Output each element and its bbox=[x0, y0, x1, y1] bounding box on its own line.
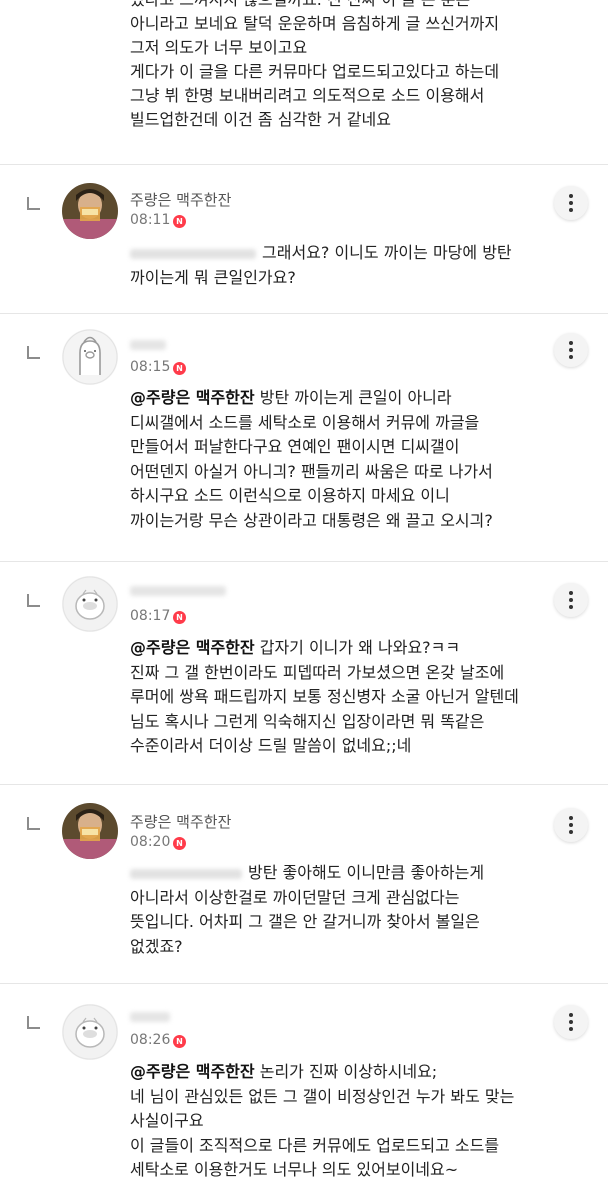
more-options-button[interactable] bbox=[554, 186, 588, 220]
text-line: 갑자기 이니가 왜 나와요?ㅋㅋ bbox=[259, 638, 461, 657]
more-dot bbox=[569, 1020, 573, 1024]
reply-icon bbox=[27, 594, 40, 607]
redacted-mention bbox=[130, 248, 256, 259]
text-line: 그냥 뷔 한명 보내버리려고 의도적으로 소드 이용해서 bbox=[130, 86, 485, 105]
more-dot bbox=[569, 598, 573, 602]
mention-tag[interactable]: @주량은 맥주한잔 bbox=[130, 1062, 255, 1081]
text-line: 디씨갤에서 소드를 세탁소로 이용해서 커뮤에 까글을 bbox=[130, 412, 480, 432]
avatar[interactable] bbox=[62, 329, 118, 385]
text-line: 아니라서 이상한걸로 까이던말던 크게 관심없다는 bbox=[130, 887, 460, 907]
more-dot bbox=[569, 194, 573, 198]
text-line: 수준이라서 더이상 드릴 말씀이 없네요;;네 bbox=[130, 736, 412, 755]
text-line: 게다가 이 글을 다른 커뮤마다 업로드되고있다고 하는데 bbox=[130, 62, 500, 81]
text-line: 있다고 느껴지지 않으실까요. 진 진짜 이 글 쓴 분은 bbox=[130, 0, 600, 12]
text-line: 그래서요? 이니도 까이는 마당에 방탄 bbox=[262, 243, 512, 262]
comment-time: 08:26 bbox=[130, 1032, 171, 1048]
more-dot bbox=[569, 830, 573, 834]
text-line: 없겠죠? bbox=[130, 936, 183, 956]
reply-comment: 주량은 맥주한잔 08:20 N 방탄 좋아해도 이니만큼 좋아하는게 아니라서… bbox=[0, 785, 608, 984]
new-badge: N bbox=[173, 837, 186, 850]
text-line: 빌드업한건데 이건 좀 심각한 거 같네요 bbox=[130, 110, 391, 129]
text-line: 사실이구요 bbox=[130, 1111, 204, 1130]
text-line: 까이는거랑 무슨 상관이라고 대통령은 왜 끌고 오시긔? bbox=[130, 510, 493, 530]
avatar[interactable] bbox=[62, 1004, 118, 1060]
redacted-nickname bbox=[130, 340, 166, 350]
text-line: 만들어서 퍼날한다구요 연예인 팬이시면 디씨갤이 bbox=[130, 437, 460, 456]
text-line: 논리가 진짜 이상하시네요; bbox=[259, 1062, 438, 1081]
text-line: 루머에 쌍욕 패드립까지 보통 정신병자 소굴 아닌거 알텐데 bbox=[130, 687, 519, 706]
commenter-nickname[interactable]: 주량은 맥주한잔 bbox=[130, 189, 231, 210]
reply-comment: 08:26 N @주량은 맥주한잔 논리가 진짜 이상하시네요; 네 님이 관심… bbox=[0, 984, 608, 1200]
commenter-nickname[interactable]: 주량은 맥주한잔 bbox=[130, 811, 231, 832]
new-badge: N bbox=[173, 362, 186, 375]
reply-icon bbox=[27, 197, 40, 210]
text-line: 진짜 그 갤 한번이라도 피뎁따러 가보셨으면 온갖 날조에 bbox=[130, 662, 505, 682]
comment-time: 08:15 bbox=[130, 359, 171, 375]
more-dot bbox=[569, 201, 573, 205]
more-dot bbox=[569, 1013, 573, 1017]
more-dot bbox=[569, 816, 573, 820]
more-options-button[interactable] bbox=[554, 1005, 588, 1039]
text-line: 하시구요 소드 이런식으로 이용하지 마세요 이니 bbox=[130, 486, 450, 505]
redacted-mention bbox=[130, 868, 242, 879]
text-line: 이 글들이 조직적으로 다른 커뮤에도 업로드되고 소드를 bbox=[130, 1135, 500, 1155]
comment-body: @주량은 맥주한잔 논리가 진짜 이상하시네요; 네 님이 관심있든 없든 그 … bbox=[130, 1060, 600, 1183]
more-dot bbox=[569, 591, 573, 595]
comment-body: @주량은 맥주한잔 방탄 까이는게 큰일이 아니라 디씨갤에서 소드를 세탁소로… bbox=[130, 386, 600, 533]
redacted-nickname bbox=[130, 1012, 170, 1022]
text-line: 뜻입니다. 어차피 그 갤은 안 갈거니까 찾아서 볼일은 bbox=[130, 912, 480, 931]
more-dot bbox=[569, 823, 573, 827]
reply-icon bbox=[27, 1016, 40, 1029]
reply-comment: 08:15 N @주량은 맥주한잔 방탄 까이는게 큰일이 아니라 디씨갤에서 … bbox=[0, 314, 608, 562]
reply-icon bbox=[27, 817, 40, 830]
text-line: 님도 혹시나 그런게 익숙해지신 입장이라면 뭐 똑같은 bbox=[130, 711, 485, 731]
new-badge: N bbox=[173, 611, 186, 624]
more-dot bbox=[569, 605, 573, 609]
new-badge: N bbox=[173, 1035, 186, 1048]
comment-body: 그래서요? 이니도 까이는 마당에 방탄 까이는게 뭐 큰일인가요? bbox=[130, 241, 600, 290]
more-dot bbox=[569, 355, 573, 359]
avatar[interactable] bbox=[62, 576, 118, 632]
more-dot bbox=[569, 208, 573, 212]
more-dot bbox=[569, 1027, 573, 1031]
comment-body: @주량은 맥주한잔 갑자기 이니가 왜 나와요?ㅋㅋ 진짜 그 갤 한번이라도 … bbox=[130, 636, 600, 759]
text-line: 네 님이 관심있든 없든 그 갤이 비정상인건 누가 봐도 맞는 bbox=[130, 1086, 515, 1106]
previous-comment-text: 있다고 느껴지지 않으실까요. 진 진짜 이 글 쓴 분은 아니라고 보네요 탈… bbox=[130, 0, 600, 132]
text-line: 까이는게 뭐 큰일인가요? bbox=[130, 267, 296, 287]
text-line: 그저 의도가 너무 보이고요 bbox=[130, 38, 308, 57]
more-options-button[interactable] bbox=[554, 333, 588, 367]
comment-body: 방탄 좋아해도 이니만큼 좋아하는게 아니라서 이상한걸로 까이던말던 크게 관… bbox=[130, 861, 600, 959]
reply-comment: 주량은 맥주한잔 08:11 N 그래서요? 이니도 까이는 마당에 방탄 까이… bbox=[0, 165, 608, 314]
text-line: 어떤덴지 아실거 아니긔? 팬들끼리 싸움은 따로 나가서 bbox=[130, 461, 493, 481]
new-badge: N bbox=[173, 215, 186, 228]
text-line: 방탄 좋아해도 이니만큼 좋아하는게 bbox=[248, 863, 485, 882]
more-dot bbox=[569, 348, 573, 352]
reply-comment: 08:17 N @주량은 맥주한잔 갑자기 이니가 왜 나와요?ㅋㅋ 진짜 그 … bbox=[0, 562, 608, 785]
text-line: 세탁소로 이용한거도 너무나 의도 있어보이네요~ bbox=[130, 1160, 459, 1179]
avatar[interactable] bbox=[62, 803, 118, 859]
comment-time: 08:11 bbox=[130, 212, 171, 228]
mention-tag[interactable]: @주량은 맥주한잔 bbox=[130, 638, 255, 657]
redacted-nickname bbox=[130, 586, 226, 596]
comment-time: 08:20 bbox=[130, 834, 171, 850]
previous-comment-tail: 있다고 느껴지지 않으실까요. 진 진짜 이 글 쓴 분은 아니라고 보네요 탈… bbox=[0, 0, 608, 165]
text-line: 아니라고 보네요 탈덕 운운하며 음침하게 글 쓰신거까지 bbox=[130, 14, 500, 33]
mention-tag[interactable]: @주량은 맥주한잔 bbox=[130, 388, 255, 407]
reply-icon bbox=[27, 346, 40, 359]
avatar[interactable] bbox=[62, 183, 118, 239]
comment-time: 08:17 bbox=[130, 608, 171, 624]
text-line: 방탄 까이는게 큰일이 아니라 bbox=[259, 388, 452, 407]
more-options-button[interactable] bbox=[554, 583, 588, 617]
more-options-button[interactable] bbox=[554, 808, 588, 842]
more-dot bbox=[569, 341, 573, 345]
